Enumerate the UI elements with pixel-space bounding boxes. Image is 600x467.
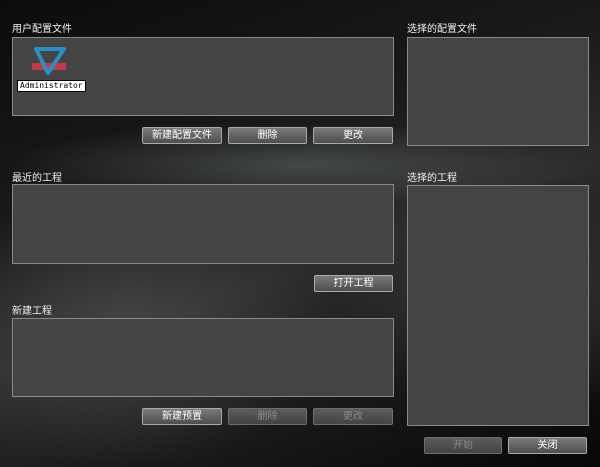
selected-profile-label: 选择的配置文件	[407, 24, 477, 35]
close-button[interactable]: 关闭	[508, 437, 587, 454]
new-preset-button[interactable]: 新建预置	[142, 408, 222, 425]
profile-item-administrator[interactable]: Administrator	[17, 46, 86, 92]
edit-profile-button[interactable]: 更改	[313, 127, 393, 144]
start-button[interactable]: 开始	[424, 437, 502, 454]
open-project-button[interactable]: 打开工程	[314, 275, 393, 292]
playback-logo-icon	[30, 46, 70, 78]
delete-preset-button[interactable]: 删除	[228, 408, 307, 425]
recent-projects-list[interactable]	[12, 184, 394, 264]
profile-name: Administrator	[17, 80, 86, 92]
edit-preset-button[interactable]: 更改	[313, 408, 393, 425]
delete-profile-button[interactable]: 删除	[228, 127, 307, 144]
user-profiles-label: 用户配置文件	[12, 24, 72, 35]
new-project-list[interactable]	[12, 318, 394, 397]
selected-profile-panel	[407, 37, 589, 146]
selected-project-label: 选择的工程	[407, 173, 457, 184]
new-project-label: 新建工程	[12, 306, 52, 317]
new-profile-button[interactable]: 新建配置文件	[142, 127, 222, 144]
user-profiles-list[interactable]: Administrator	[12, 37, 394, 116]
selected-project-panel	[407, 185, 589, 426]
recent-projects-label: 最近的工程	[12, 173, 62, 184]
